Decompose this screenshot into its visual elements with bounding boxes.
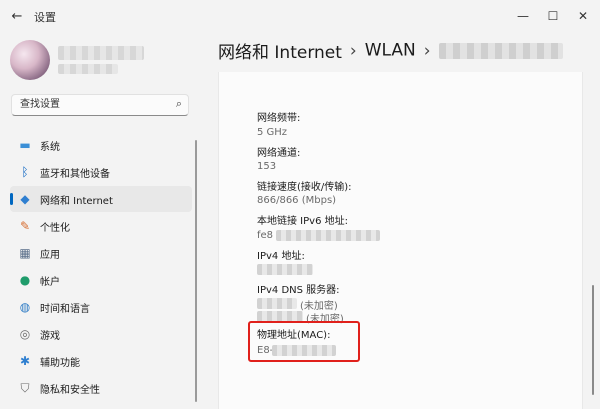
sidebar-item-personalization[interactable]: ✎ 个性化 — [10, 213, 192, 239]
sidebar-item-label: 时间和语言 — [40, 304, 90, 315]
sidebar-item-privacy[interactable]: ⛉ 隐私和安全性 — [10, 375, 192, 401]
sidebar-item-label: 隐私和安全性 — [40, 385, 100, 396]
dns-label: IPv4 DNS 服务器: — [257, 285, 340, 296]
ipv4-label: IPv4 地址: — [257, 251, 305, 262]
account-email-redacted — [58, 64, 118, 74]
sidebar-item-accounts[interactable]: ● 帐户 — [10, 267, 192, 293]
shield-icon: ⛉ — [20, 381, 30, 395]
accessibility-icon: ✱ — [19, 354, 31, 368]
window-title: 设置 — [34, 11, 56, 24]
link-speed-value: 866/866 (Mbps) — [257, 195, 337, 206]
sidebar-item-accessibility[interactable]: ✱ 辅助功能 — [10, 348, 192, 374]
channel-value: 153 — [257, 161, 277, 172]
chevron-right-icon: › — [349, 40, 357, 61]
globe-clock-icon: ◍ — [19, 300, 31, 314]
apps-icon: ▦ — [19, 246, 31, 260]
sidebar-item-label: 蓝牙和其他设备 — [40, 169, 110, 180]
person-icon: ● — [19, 273, 31, 287]
sidebar-item-label: 网络和 Internet — [40, 196, 113, 207]
sidebar-item-bluetooth[interactable]: ᛒ 蓝牙和其他设备 — [10, 159, 192, 185]
chevron-right-icon: › — [423, 40, 431, 61]
sidebar-item-label: 辅助功能 — [40, 358, 80, 369]
sidebar-item-label: 游戏 — [40, 331, 60, 342]
wifi-icon: ◆ — [20, 192, 30, 206]
bluetooth-icon: ᛒ — [21, 165, 29, 179]
sidebar-item-gaming[interactable]: ◎ 游戏 — [10, 321, 192, 347]
ipv6-value: fe8 — [257, 230, 274, 241]
sidebar-item-network[interactable]: ◆ 网络和 Internet — [10, 186, 192, 212]
channel-label: 网络通道: — [257, 148, 301, 159]
gamepad-icon: ◎ — [19, 327, 31, 341]
content-scrollbar[interactable] — [592, 285, 594, 395]
sidebar-item-time-language[interactable]: ◍ 时间和语言 — [10, 294, 192, 320]
breadcrumb-wlan[interactable]: WLAN — [365, 41, 416, 61]
breadcrumb: 网络和 Internet › WLAN › — [218, 38, 563, 64]
sidebar-scrollbar[interactable] — [195, 140, 197, 402]
selection-indicator — [10, 193, 13, 205]
breadcrumb-network-name-redacted — [438, 42, 563, 59]
avatar[interactable] — [10, 40, 50, 80]
back-arrow-icon[interactable]: ← — [8, 8, 26, 26]
dns1-redacted — [257, 298, 297, 309]
title-bar: ← 设置 — ☐ ✕ — [0, 0, 600, 32]
ipv6-redacted — [276, 230, 380, 241]
link-speed-label: 链接速度(接收/传输): — [257, 182, 352, 193]
breadcrumb-network[interactable]: 网络和 Internet — [218, 43, 342, 63]
brush-icon: ✎ — [19, 219, 31, 233]
monitor-icon: ▬ — [19, 138, 31, 152]
minimize-button[interactable]: — — [510, 4, 536, 28]
close-button[interactable]: ✕ — [570, 4, 596, 28]
search-box[interactable]: ⌕ — [11, 94, 189, 116]
mac-highlight-box — [248, 321, 360, 362]
band-label: 网络频带: — [257, 113, 301, 124]
band-value: 5 GHz — [257, 127, 288, 138]
sidebar-item-system[interactable]: ▬ 系统 — [10, 132, 192, 158]
account-name-redacted — [58, 46, 144, 60]
search-input[interactable] — [18, 98, 172, 111]
ipv4-redacted — [257, 264, 313, 275]
sidebar-nav: ▬ 系统 ᛒ 蓝牙和其他设备 ◆ 网络和 Internet ✎ 个性化 ▦ 应用… — [10, 132, 192, 402]
sidebar-item-apps[interactable]: ▦ 应用 — [10, 240, 192, 266]
sidebar-item-label: 系统 — [40, 142, 60, 153]
ipv6-label: 本地链接 IPv6 地址: — [257, 216, 348, 227]
sidebar-item-label: 个性化 — [40, 223, 70, 234]
maximize-button[interactable]: ☐ — [540, 4, 566, 28]
sidebar-item-label: 帐户 — [40, 277, 60, 288]
search-icon[interactable]: ⌕ — [176, 97, 182, 111]
sidebar-item-label: 应用 — [40, 250, 60, 261]
